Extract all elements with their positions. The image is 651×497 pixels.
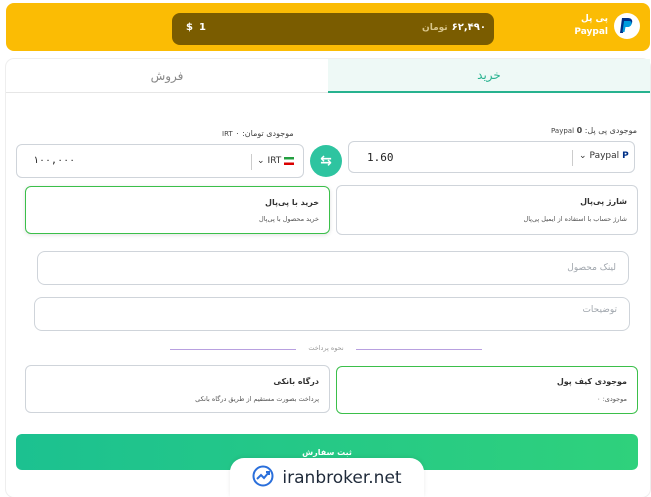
payment-title: درگاه بانکی — [273, 377, 319, 386]
swap-arrows-icon: ⇆ — [320, 153, 332, 169]
paypal-currency-select[interactable]: ⌄ Paypal P — [579, 151, 629, 161]
option-title: خرید با پی‌پال — [265, 198, 319, 207]
watermark: iranbroker.net — [230, 458, 424, 497]
rate-right-value: ۶۲,۴۹۰ — [451, 22, 486, 33]
rate-left-value: 1 — [198, 22, 206, 33]
option-desc: شارژ حساب با استفاده از ایمیل پی‌پال — [523, 215, 627, 223]
watermark-text: iranbroker.net — [282, 467, 402, 488]
irt-amount-field[interactable]: ۱۰۰,۰۰۰ ⌄ IRT — [16, 144, 304, 178]
toman-balance-label: موجودی تومان: ۰ IRT — [222, 129, 294, 138]
brand-text: پی پل Paypal — [574, 13, 608, 39]
separator — [251, 154, 252, 170]
tab-buy[interactable]: خرید — [328, 59, 650, 93]
divider-line-right — [356, 349, 482, 350]
chevron-down-icon: ⌄ — [257, 156, 265, 166]
product-link-placeholder: لینک محصول — [567, 263, 616, 273]
paypal-logo-icon — [614, 13, 640, 39]
brand-name: پی پل — [580, 14, 608, 24]
rate-unit: تومان — [422, 22, 448, 33]
option-title: شارژ پی‌پال — [580, 197, 627, 206]
separator — [572, 150, 573, 166]
tab-sell[interactable]: فروش — [6, 59, 328, 93]
swap-button[interactable]: ⇆ — [310, 145, 342, 177]
product-link-input[interactable]: لینک محصول — [37, 251, 629, 285]
option-buy-with-paypal[interactable]: خرید با پی‌پال خرید محصول با پی‌پال — [25, 186, 330, 234]
currency-label: IRT — [267, 156, 282, 166]
payment-wallet[interactable]: موجودی کیف پول موجودی: ۰ — [336, 366, 638, 414]
notes-placeholder: توضیحات — [582, 305, 617, 315]
brand-sub: Paypal — [574, 27, 608, 37]
paypal-mini-icon: P — [622, 151, 629, 161]
chart-logo-icon — [252, 465, 274, 491]
top-rate-bar: $ 1 تومان ۶۲,۴۹۰ پی پل Paypal — [6, 3, 650, 51]
rate-right: تومان ۶۲,۴۹۰ — [422, 22, 486, 33]
paypal-amount-field[interactable]: 1.60 ⌄ Paypal P — [348, 141, 635, 173]
option-desc: خرید محصول با پی‌پال — [259, 215, 319, 223]
irt-amount-value: ۱۰۰,۰۰۰ — [33, 155, 76, 166]
option-charge-paypal[interactable]: شارژ پی‌پال شارژ حساب با استفاده از ایمی… — [336, 185, 638, 235]
exchange-rate-pill: $ 1 تومان ۶۲,۴۹۰ — [172, 13, 494, 45]
payment-desc: موجودی: ۰ — [597, 395, 627, 403]
rate-left: $ 1 — [186, 22, 206, 33]
chevron-down-icon: ⌄ — [579, 151, 587, 161]
payment-title: موجودی کیف پول — [556, 377, 627, 386]
paypal-amount-value: 1.60 — [367, 151, 394, 164]
paypal-brand: پی پل Paypal — [574, 13, 640, 39]
irt-currency-select[interactable]: ⌄ IRT — [257, 156, 295, 166]
payment-method-divider: نحوه پرداخت — [170, 343, 482, 355]
paypal-balance-label: موجودی پی پل: 0 Paypal — [551, 126, 637, 135]
iran-flag-icon — [284, 157, 295, 165]
divider-text: نحوه پرداخت — [308, 344, 344, 352]
tabs: خرید فروش — [6, 59, 650, 93]
payment-desc: پرداخت بصورت مستقیم از طریق درگاه بانکی — [195, 395, 319, 403]
payment-gateway[interactable]: درگاه بانکی پرداخت بصورت مستقیم از طریق … — [25, 365, 330, 413]
notes-input[interactable]: توضیحات — [34, 297, 630, 331]
currency-label: Paypal — [589, 151, 620, 161]
dollar-sign: $ — [186, 22, 193, 33]
